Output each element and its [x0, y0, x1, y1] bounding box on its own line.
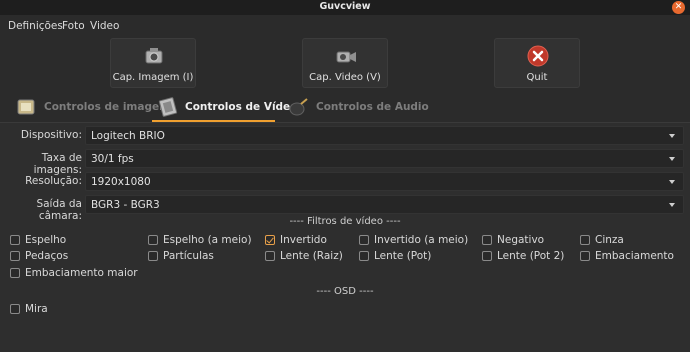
output-combo[interactable]: BGR3 - BGR3 [85, 195, 684, 214]
checkbox-box[interactable] [482, 251, 492, 261]
resolution-value: 1920x1080 [91, 176, 151, 188]
tab-image-controls[interactable]: Controlos de imagem [14, 92, 170, 122]
framerate-combo[interactable]: 30/1 fps [85, 149, 684, 168]
capture-image-label: Cap. Imagem (I) [112, 72, 194, 83]
checkbox-box[interactable] [148, 251, 158, 261]
quit-label: Quit [526, 72, 548, 83]
filter-label: Lente (Pot 2) [497, 250, 565, 262]
filter-label: Partículas [163, 250, 214, 262]
tab-video-controls[interactable]: Controlos de Vídeo [152, 92, 297, 122]
chevron-down-icon [669, 157, 675, 161]
checkbox-box[interactable] [580, 251, 590, 261]
checkbox-box[interactable] [148, 235, 158, 245]
device-value: Logitech BRIO [91, 130, 165, 142]
chevron-down-icon [669, 203, 675, 207]
chevron-down-icon [669, 134, 675, 138]
osd-label: Mira [25, 303, 48, 315]
resolution-label: Resolução: [25, 175, 82, 187]
video-camera-icon [336, 51, 356, 63]
checkbox-box[interactable] [10, 251, 20, 261]
checkbox-box[interactable] [265, 251, 275, 261]
title-bar: Guvcview ✕ [0, 0, 690, 15]
filter-label: Invertido [280, 234, 327, 246]
tab-bar: Controlos de imagem Controlos de Vídeo C… [0, 92, 690, 122]
output-value: BGR3 - BGR3 [91, 199, 160, 211]
filter-label: Negativo [497, 234, 545, 246]
capture-video-label: Cap. Video (V) [309, 72, 381, 83]
device-combo[interactable]: Logitech BRIO [85, 126, 684, 145]
chevron-down-icon [669, 180, 675, 184]
filter-label: Cinza [595, 234, 624, 246]
window-title: Guvcview [319, 1, 371, 12]
tab-audio-label: Controlos de Audio [316, 101, 429, 113]
quit-icon [527, 45, 549, 67]
tab-video-label: Controlos de Vídeo [185, 101, 298, 113]
menu-foto[interactable]: Foto [62, 20, 85, 32]
checkbox-box[interactable] [359, 235, 369, 245]
checkbox-box[interactable] [482, 235, 492, 245]
video-controls-panel: Dispositivo: Logitech BRIO Taxa de image… [0, 122, 690, 352]
microphone-icon [289, 98, 308, 116]
menu-bar: Definições Foto Video [0, 15, 690, 37]
filter-label: Lente (Pot) [374, 250, 432, 262]
menu-definicoes[interactable]: Definições [8, 20, 63, 32]
filter-label: Invertido (a meio) [374, 234, 469, 246]
checkbox-box[interactable] [10, 304, 20, 314]
resolution-combo[interactable]: 1920x1080 [85, 172, 684, 191]
capture-video-button[interactable]: Cap. Video (V) [302, 38, 388, 88]
checkbox-box[interactable] [580, 235, 590, 245]
filter-label: Pedaços [25, 250, 69, 262]
filter-label: Lente (Raiz) [280, 250, 343, 262]
filters-title: ---- Filtros de vídeo ---- [289, 216, 401, 227]
framerate-label: Taxa de imagens: [33, 152, 82, 176]
checkbox-box-checked[interactable] [265, 235, 275, 245]
filter-label: Espelho [25, 234, 67, 246]
filter-label: Embaciamento [595, 250, 674, 262]
checkbox-box[interactable] [10, 268, 20, 278]
capture-image-button[interactable]: Cap. Imagem (I) [110, 38, 196, 88]
menu-video[interactable]: Video [90, 20, 119, 32]
filter-label: Embaciamento maior [25, 267, 138, 279]
checkbox-box[interactable] [10, 235, 20, 245]
film-icon [158, 97, 178, 117]
filter-label: Espelho (a meio) [163, 234, 252, 246]
camera-icon [145, 48, 163, 64]
quit-button[interactable]: Quit [494, 38, 580, 88]
tab-audio-controls[interactable]: Controlos de Audio [286, 92, 429, 122]
osd-title: ---- OSD ---- [316, 286, 374, 297]
framerate-value: 30/1 fps [91, 153, 134, 165]
checkbox-box[interactable] [359, 251, 369, 261]
device-label: Dispositivo: [20, 129, 82, 141]
image-icon [17, 99, 35, 115]
close-icon[interactable]: ✕ [672, 1, 685, 14]
